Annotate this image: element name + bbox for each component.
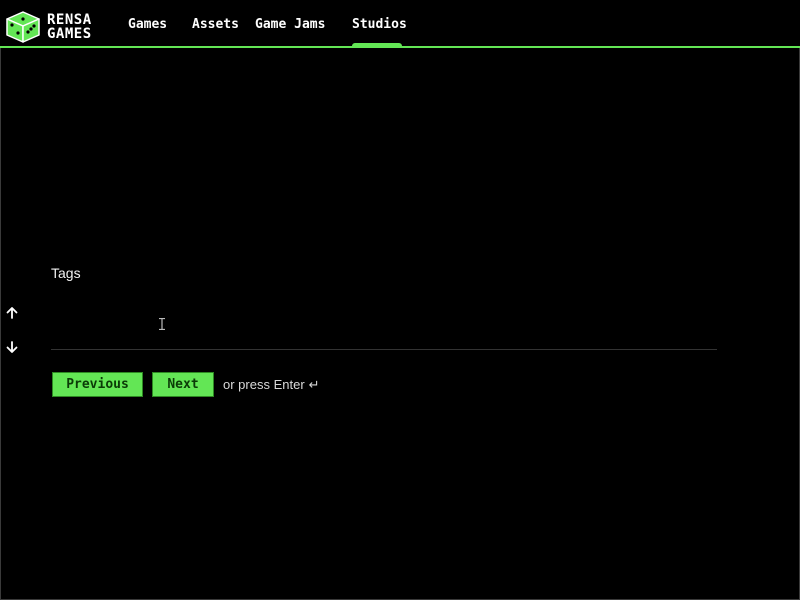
next-button[interactable]: Next	[152, 372, 214, 397]
tags-label: Tags	[51, 265, 81, 281]
enter-hint-text: or press Enter	[223, 377, 305, 392]
active-nav-indicator	[352, 43, 402, 47]
nav-item-assets[interactable]: Assets	[192, 17, 239, 32]
nav-item-studios[interactable]: Studios	[352, 17, 407, 32]
tags-input[interactable]	[51, 300, 717, 350]
top-navbar: RENSA GAMES Games Assets Game Jams Studi…	[0, 0, 800, 48]
text-cursor-icon	[159, 318, 165, 330]
arrow-down-icon	[6, 341, 18, 353]
dice-cube-logo-icon	[6, 11, 40, 43]
nav-item-games[interactable]: Games	[128, 17, 167, 32]
brand-line-2: GAMES	[47, 26, 92, 42]
enter-hint: or press Enter ↵	[223, 377, 320, 393]
enter-key-icon: ↵	[308, 377, 320, 392]
previous-button[interactable]: Previous	[52, 372, 143, 397]
arrow-up-icon	[6, 307, 18, 319]
next-question-button[interactable]	[4, 339, 20, 355]
nav-item-game-jams[interactable]: Game Jams	[255, 17, 325, 32]
brand-logo[interactable]: RENSA GAMES	[6, 11, 92, 43]
brand-line-1: RENSA	[47, 12, 92, 28]
brand-wordmark: RENSA GAMES	[47, 13, 92, 41]
previous-question-button[interactable]	[4, 305, 20, 321]
